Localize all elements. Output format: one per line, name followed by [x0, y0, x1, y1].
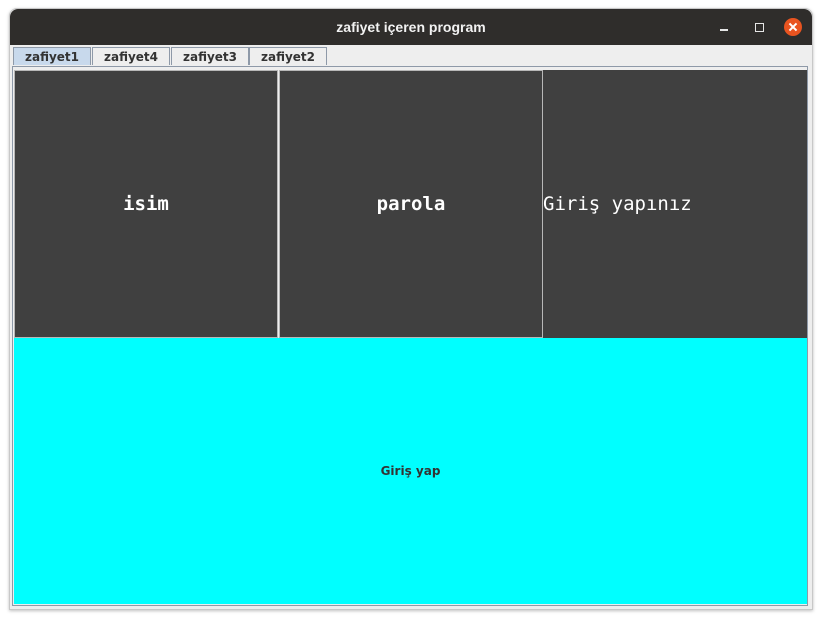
app-window: zafiyet içeren program zafiyet1 zafiyet4…: [9, 8, 813, 610]
window-title: zafiyet içeren program: [336, 19, 486, 35]
tab-strip: zafiyet1 zafiyet4 zafiyet3 zafiyet2: [12, 47, 810, 66]
tab-zafiyet2[interactable]: zafiyet2: [249, 47, 327, 65]
login-button[interactable]: Giriş yap: [14, 338, 807, 604]
name-label: isim: [123, 193, 169, 215]
tab-zafiyet3[interactable]: zafiyet3: [171, 47, 249, 65]
close-icon: [784, 18, 802, 36]
password-field[interactable]: parola: [279, 70, 543, 338]
minimize-icon: [720, 29, 728, 31]
tab-content-panel: isim parola Giriş yapınız Giriş yap: [12, 66, 808, 606]
name-field[interactable]: isim: [14, 70, 278, 338]
status-label: Giriş yapınız: [543, 70, 807, 338]
close-button[interactable]: [783, 17, 803, 37]
title-bar[interactable]: zafiyet içeren program: [10, 9, 812, 45]
minimize-button[interactable]: [714, 17, 734, 37]
tab-zafiyet4[interactable]: zafiyet4: [92, 47, 170, 65]
maximize-button[interactable]: [749, 17, 769, 37]
password-label: parola: [376, 193, 446, 215]
tab-zafiyet1[interactable]: zafiyet1: [13, 47, 91, 65]
status-text: Giriş yapınız: [543, 193, 692, 215]
maximize-icon: [754, 22, 764, 32]
